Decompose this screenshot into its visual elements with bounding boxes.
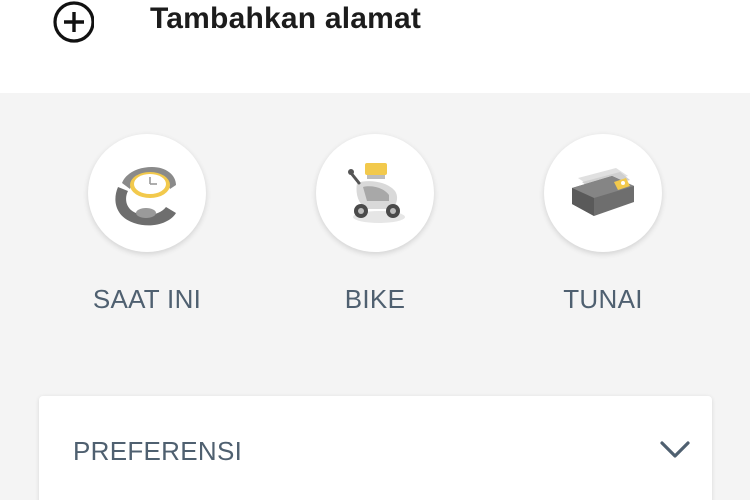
option-time[interactable]: SAAT INI — [57, 134, 237, 324]
add-address-button[interactable]: Tambahkan alamat — [50, 0, 421, 44]
chevron-down-icon — [660, 441, 690, 458]
option-payment[interactable]: TUNAI — [513, 134, 693, 324]
watch-icon — [115, 167, 176, 226]
option-bike[interactable]: BIKE — [285, 134, 465, 324]
wallet-icon — [572, 168, 634, 216]
option-time-label: SAAT INI — [92, 284, 202, 314]
preferences-label: PREFERENSI — [73, 436, 243, 466]
option-bike-label: BIKE — [344, 284, 406, 314]
option-payment-label: TUNAI — [563, 284, 643, 314]
option-payment-circle — [544, 134, 662, 252]
preferences-dropdown[interactable]: PREFERENSI — [39, 396, 712, 500]
ride-options: SAAT INI BIKE TUNAI — [0, 93, 750, 393]
add-address-label: Tambahkan alamat — [150, 2, 422, 35]
scooter-icon — [348, 163, 405, 223]
top-bar: Tambahkan alamat — [0, 0, 750, 93]
option-time-circle — [88, 134, 206, 252]
option-bike-circle — [316, 134, 434, 252]
plus-circle-icon — [53, 1, 94, 43]
